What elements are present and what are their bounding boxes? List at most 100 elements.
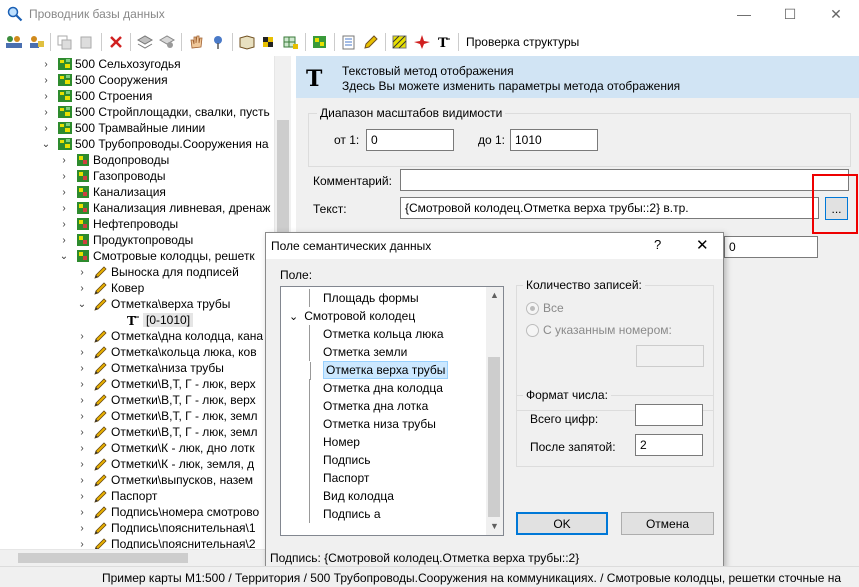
field-list-item[interactable]: Вид колодца (309, 487, 394, 505)
field-list-item[interactable]: Площадь формы (309, 289, 419, 307)
comment-input[interactable] (400, 169, 849, 191)
tree-item[interactable]: T [0-1010] (108, 312, 194, 328)
scale-from-input[interactable]: 0 (366, 129, 454, 151)
chevron-down-icon[interactable]: ⌄ (58, 251, 70, 262)
delete-icon[interactable] (105, 31, 127, 53)
users-icon[interactable] (3, 31, 25, 53)
field-list-item[interactable]: ⌄ Смотровой колодец (289, 307, 415, 325)
chevron-right-icon[interactable]: › (76, 491, 88, 502)
tree-item[interactable]: › Канализация ливневая, дренаж (58, 200, 270, 216)
tree-item[interactable]: › Водопроводы (58, 152, 169, 168)
tree-item[interactable]: › Газопроводы (58, 168, 165, 184)
chevron-right-icon[interactable]: › (58, 219, 70, 230)
field-list-item[interactable]: Отметка земли (309, 343, 407, 361)
chevron-right-icon[interactable]: › (58, 235, 70, 246)
tree-item[interactable]: › Отметка\кольца люка, ков (76, 344, 256, 360)
tree-item[interactable]: ⌄ Отметка\верха трубы (76, 296, 231, 312)
cancel-button[interactable]: Отмена (621, 512, 714, 535)
tree-item[interactable]: › Отметки\В,Т, Г - люк, верх (76, 392, 255, 408)
checker-icon[interactable] (258, 31, 280, 53)
tree-item[interactable]: › 500 Стройплощадки, свалки, пусть (40, 104, 269, 120)
ok-button[interactable]: OK (516, 512, 608, 535)
scroll-down-icon[interactable]: ▼ (486, 518, 503, 535)
chevron-down-icon[interactable]: ⌄ (76, 299, 88, 310)
chevron-down-icon[interactable]: ⌄ (40, 139, 52, 150)
tree-item[interactable]: › 500 Сельхозугодья (40, 56, 180, 72)
chevron-right-icon[interactable]: › (76, 539, 88, 550)
text-method-icon[interactable]: T (433, 31, 455, 53)
chevron-right-icon[interactable]: › (76, 427, 88, 438)
chevron-right-icon[interactable]: › (76, 267, 88, 278)
tree-item[interactable]: ⌄ Смотровые колодцы, решетк (58, 248, 255, 264)
scale-to-input[interactable]: 1010 (510, 129, 598, 151)
radio-by-number[interactable]: С указанным номером: (526, 323, 672, 337)
partial-value-input[interactable]: 0 (724, 236, 818, 258)
field-list-item[interactable]: Отметка дна лотка (309, 397, 428, 415)
tree-item[interactable]: › Паспорт (76, 488, 157, 504)
tree-item[interactable]: › Отметки\К - люк, дно лотк (76, 440, 254, 456)
tree-item[interactable]: › Отметки\К - люк, земля, д (76, 456, 254, 472)
field-list-item[interactable]: Отметка низа трубы (309, 415, 436, 433)
field-list-item[interactable]: Подпись а (309, 505, 381, 523)
field-list-item[interactable]: Подпись (309, 451, 371, 469)
layers-icon[interactable] (134, 31, 156, 53)
after-point-input[interactable]: 2 (635, 434, 703, 456)
field-list-item[interactable]: Отметка кольца люка (309, 325, 444, 343)
tree-item[interactable]: › Подпись\номера смотрово (76, 504, 259, 520)
chevron-down-icon[interactable]: ⌄ (289, 310, 298, 323)
hatch-pattern-icon[interactable] (389, 31, 411, 53)
grid-add-icon[interactable] (280, 31, 302, 53)
tree-item[interactable]: › Выноска для подписей (76, 264, 238, 280)
tree-horizontal-scroll-thumb[interactable] (18, 553, 188, 563)
pin-icon[interactable] (207, 31, 229, 53)
chevron-right-icon[interactable]: › (76, 363, 88, 374)
chevron-right-icon[interactable]: › (40, 75, 52, 86)
tree-horizontal-scrollbar[interactable] (0, 549, 291, 566)
help-button[interactable]: ? (654, 237, 661, 252)
tree-item[interactable]: › Ковер (76, 280, 144, 296)
chevron-right-icon[interactable]: › (76, 411, 88, 422)
text-template-input[interactable]: {Смотровой колодец.Отметка верха трубы::… (400, 197, 819, 219)
layers-gear-icon[interactable] (156, 31, 178, 53)
chevron-right-icon[interactable]: › (76, 347, 88, 358)
chevron-right-icon[interactable]: › (76, 443, 88, 454)
chevron-right-icon[interactable]: › (76, 459, 88, 470)
total-digits-input[interactable] (635, 404, 703, 426)
chevron-right-icon[interactable]: › (76, 475, 88, 486)
chevron-right-icon[interactable]: › (40, 59, 52, 70)
tree-item[interactable]: › Подпись\пояснительная\1 (76, 520, 255, 536)
semantic-field-list[interactable]: Подпись а Вид колодца Паспорт Подпись Номер О… (280, 286, 504, 536)
red-star-icon[interactable] (411, 31, 433, 53)
chevron-right-icon[interactable]: › (76, 283, 88, 294)
tree-item[interactable]: › Отметки\выпусков, назем (76, 472, 253, 488)
chevron-right-icon[interactable]: › (58, 187, 70, 198)
tree-item[interactable]: › 500 Сооружения (40, 72, 167, 88)
field-list-item[interactable]: Номер (309, 433, 360, 451)
chevron-right-icon[interactable]: › (58, 171, 70, 182)
chevron-right-icon[interactable]: › (58, 203, 70, 214)
tree-item[interactable]: › 500 Трамвайные линии (40, 120, 205, 136)
maximize-button[interactable]: ☐ (767, 0, 813, 28)
list-scroll-thumb[interactable] (488, 357, 500, 517)
chevron-right-icon[interactable]: › (76, 395, 88, 406)
close-button[interactable]: ✕ (813, 0, 859, 28)
chevron-right-icon[interactable]: › (76, 331, 88, 342)
tree-item[interactable]: › Отметки\В,Т, Г - люк, земл (76, 408, 257, 424)
tree-item[interactable]: › 500 Строения (40, 88, 152, 104)
record-number-input[interactable] (636, 345, 704, 367)
chevron-right-icon[interactable]: › (76, 507, 88, 518)
tree-item[interactable]: › Продуктопроводы (58, 232, 193, 248)
pencil-edit-icon[interactable] (360, 31, 382, 53)
tree-item[interactable]: › Отметка\дна колодца, кана (76, 328, 263, 344)
chevron-right-icon[interactable]: › (76, 379, 88, 390)
radio-all[interactable]: Все (526, 301, 564, 315)
minimize-button[interactable]: — (721, 0, 767, 28)
tree-item[interactable]: › Отметка\низа трубы (76, 360, 224, 376)
hand-icon[interactable] (185, 31, 207, 53)
check-structure-button[interactable]: Проверка структуры (466, 35, 579, 49)
user-lock-icon[interactable] (25, 31, 47, 53)
tree-item[interactable]: › Отметки\В,Т, Г - люк, верх (76, 376, 255, 392)
layer-grid-icon[interactable] (309, 31, 331, 53)
field-list-item[interactable]: Отметка верха трубы (310, 361, 449, 380)
document-list-icon[interactable] (338, 31, 360, 53)
